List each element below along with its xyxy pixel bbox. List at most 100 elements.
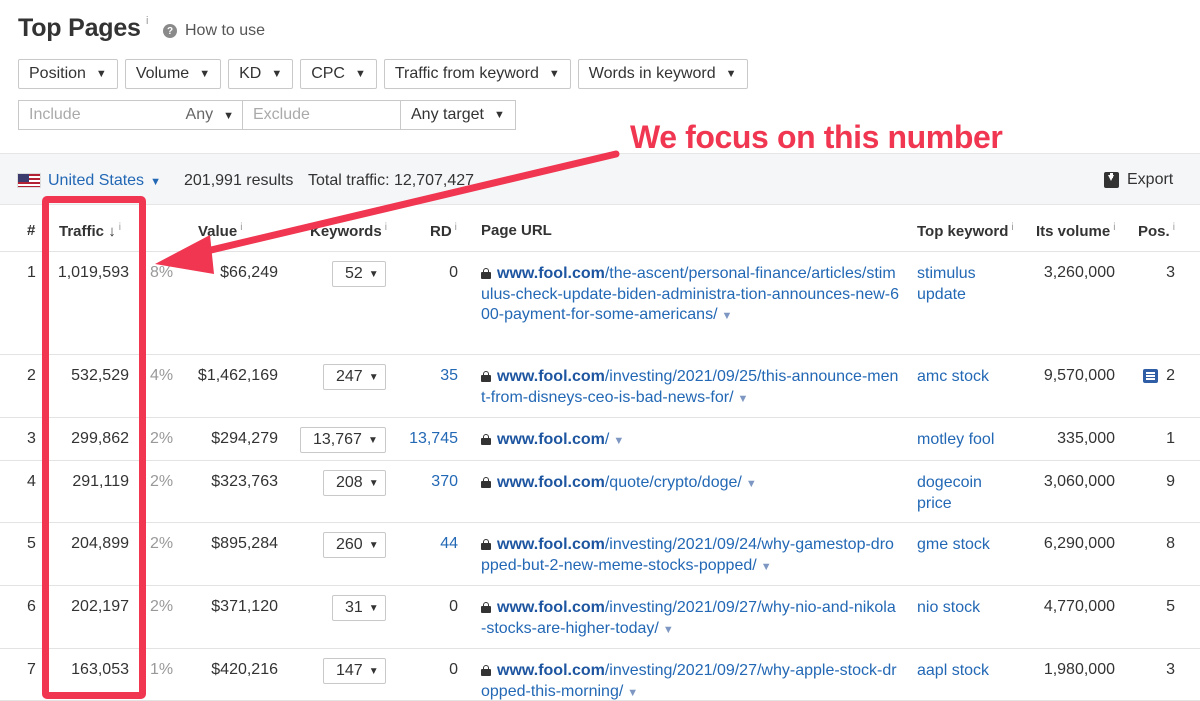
keywords-count: 52 [345,265,363,282]
col-its-volume[interactable]: Its volume i [1036,222,1115,240]
cpc-filter[interactable]: CPC ▼ [300,59,377,89]
words-in-keyword-label: Words in keyword [588,65,716,82]
keyword-volume: 335,000 [1057,430,1115,447]
chevron-down-icon: ▼ [368,371,379,383]
col-pos-label: Pos. [1138,223,1170,240]
total-traffic: Total traffic: 12,707,427 [308,172,475,189]
words-in-keyword-filter[interactable]: Words in keyword ▼ [577,59,748,89]
country-label: United States [48,172,145,189]
col-traffic[interactable]: Traffic ↓ i [59,222,121,240]
how-to-use-link[interactable]: ? How to use [163,22,265,40]
country-select[interactable]: United States ▼ [48,172,161,190]
chevron-down-icon: ▼ [223,110,234,122]
include-input[interactable]: Include Any ▼ [18,100,242,130]
position-filter[interactable]: Position ▼ [18,59,118,89]
keywords-dropdown[interactable]: 147 ▼ [323,658,386,684]
value-amount: $371,120 [211,598,278,615]
top-keyword-link[interactable]: stimulus update [917,264,1017,305]
chevron-down-icon: ▼ [368,477,379,489]
position-value: 3 [1166,264,1175,281]
row-number: 4 [27,473,36,490]
top-keyword-link[interactable]: dogecoin price [917,473,1017,514]
chevron-down-icon: ▼ [368,539,379,551]
top-keyword-link[interactable]: aapl stock [917,661,1017,682]
page-url-link[interactable]: www.fool.com/investing/2021/09/24/why-ga… [481,535,901,577]
chevron-down-icon[interactable]: ▼ [722,310,733,322]
keywords-dropdown[interactable]: 247 ▼ [323,364,386,390]
page-title: Top Pages [18,14,141,42]
row-number: 1 [27,264,36,281]
lock-icon [481,268,491,279]
chevron-down-icon: ▼ [367,434,378,446]
target-select[interactable]: Any target ▼ [401,100,516,130]
top-keyword-link[interactable]: amc stock [917,367,1017,388]
table-row: 7 163,053 1% $420,216 147 ▼ 0 www.fool.co… [0,649,1200,701]
keywords-dropdown[interactable]: 31 ▼ [332,595,386,621]
page-url-link[interactable]: www.fool.com/investing/2021/09/27/why-ni… [481,598,901,640]
include-placeholder: Include [29,106,81,123]
keyword-volume: 3,260,000 [1043,264,1115,281]
keywords-dropdown[interactable]: 52 ▼ [332,261,386,287]
how-to-use-label: How to use [185,22,266,39]
chevron-down-icon[interactable]: ▼ [663,624,674,636]
include-any-select[interactable]: Any ▼ [186,106,234,124]
page-url-link[interactable]: www.fool.com/the-ascent/personal-finance… [481,264,901,327]
chevron-down-icon: ▼ [368,602,379,614]
chevron-down-icon[interactable]: ▼ [627,687,638,699]
keywords-count: 260 [336,536,363,553]
referring-domains[interactable]: 13,745 [409,430,458,448]
page-url-link[interactable]: www.fool.com/▼ [481,430,901,452]
traffic-value: 163,053 [71,661,129,678]
position-value: 1 [1166,430,1175,447]
exclude-input[interactable]: Exclude [242,100,401,130]
page-url-link[interactable]: www.fool.com/investing/2021/09/27/why-ap… [481,661,901,701]
referring-domains[interactable]: 35 [440,367,458,385]
traffic-value: 1,019,593 [57,264,129,281]
url-domain: www.fool.com [497,536,605,553]
keywords-dropdown[interactable]: 208 ▼ [323,470,386,496]
col-value[interactable]: Value i [198,222,242,240]
keywords-dropdown[interactable]: 13,767 ▼ [300,427,386,453]
top-keyword-link[interactable]: nio stock [917,598,1017,619]
volume-filter-label: Volume [135,65,190,82]
lock-icon [481,434,491,445]
value-amount: $323,763 [211,473,278,490]
annotation-callout: We focus on this number [630,119,1003,155]
volume-filter[interactable]: Volume ▼ [124,59,222,89]
keywords-count: 31 [345,599,363,616]
col-keywords[interactable]: Keywords i [310,222,387,240]
row-number: 2 [27,367,36,384]
title-info-icon[interactable]: i [146,15,148,27]
keyword-volume: 4,770,000 [1043,598,1115,615]
col-pos[interactable]: Pos. i [1138,222,1175,240]
chevron-down-icon[interactable]: ▼ [746,478,757,490]
traffic-value: 204,899 [71,535,129,552]
value-amount: $420,216 [211,661,278,678]
col-rd[interactable]: RD i [430,222,457,240]
page-url-link[interactable]: www.fool.com/investing/2021/09/25/this-a… [481,367,901,409]
chevron-down-icon[interactable]: ▼ [613,435,624,447]
col-page-url: Page URL [481,222,552,239]
position-value: 9 [1166,473,1175,490]
page-url-link[interactable]: www.fool.com/quote/crypto/doge/ ▼ [481,473,901,495]
kd-filter[interactable]: KD ▼ [228,59,294,89]
exclude-placeholder: Exclude [253,106,310,123]
chevron-down-icon: ▼ [95,68,107,80]
chevron-down-icon[interactable]: ▼ [761,561,772,573]
info-icon: i [1113,222,1116,233]
chevron-down-icon[interactable]: ▼ [738,393,749,405]
col-top-keyword[interactable]: Top keyword i [917,222,1014,240]
top-keyword-link[interactable]: gme stock [917,535,1017,556]
traffic-from-keyword-label: Traffic from keyword [394,65,539,82]
referring-domains[interactable]: 370 [431,473,458,491]
filter-bar: Position ▼ Volume ▼ KD ▼ CPC ▼ Traffic from … [18,59,748,89]
position-filter-label: Position [29,65,86,82]
referring-domains: 0 [449,598,458,615]
chevron-down-icon: ▼ [368,665,379,677]
traffic-from-keyword-filter[interactable]: Traffic from keyword ▼ [383,59,571,89]
export-button[interactable]: Export [1104,171,1173,189]
summary-bar: United States ▼ 201,991 results Total tra… [0,153,1200,205]
referring-domains[interactable]: 44 [440,535,458,553]
keywords-dropdown[interactable]: 260 ▼ [323,532,386,558]
top-keyword-link[interactable]: motley fool [917,430,1017,451]
